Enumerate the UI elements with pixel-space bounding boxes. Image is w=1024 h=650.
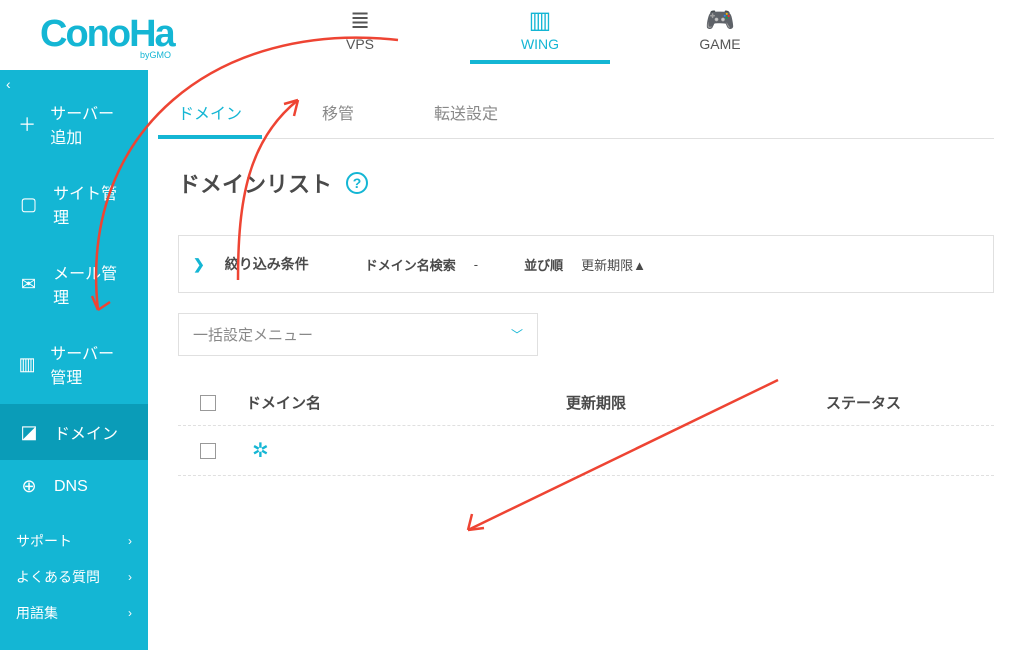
filter-search-label: ドメイン名検索 (365, 255, 456, 274)
row-checkbox[interactable] (200, 443, 216, 459)
bulk-select[interactable]: 一括設定メニュー ﹀ (178, 313, 538, 356)
tab-wing[interactable]: ▥ WING (500, 6, 580, 64)
sidebar-item-label: ドメイン (54, 420, 118, 444)
domain-icon: ◪ (18, 422, 40, 443)
chevron-right-icon: › (128, 570, 132, 584)
content: ドメイン 移管 転送設定 ドメインリスト ? ❯ 絞り込み条件 ドメイン名検索 … (148, 70, 1024, 650)
chevron-right-icon: › (128, 606, 132, 620)
subtab-forward[interactable]: 転送設定 (434, 94, 498, 138)
subtab-transfer[interactable]: 移管 (322, 94, 354, 138)
mail-icon: ✉ (18, 274, 39, 295)
subtab-domain[interactable]: ドメイン (178, 94, 242, 138)
filter-box[interactable]: ❯ 絞り込み条件 ドメイン名検索 - 並び順 更新期限▲ (178, 235, 994, 293)
sidebar-sub-support[interactable]: サポート › (0, 523, 148, 559)
sidebar-sub-faq[interactable]: よくある質問 › (0, 559, 148, 595)
chevron-right-icon: › (128, 534, 132, 548)
tab-label: VPS (346, 36, 374, 52)
sidebar-item-domain[interactable]: ◪ ドメイン (0, 404, 148, 460)
window-icon: ▢ (18, 194, 39, 215)
page-title-row: ドメインリスト ? (178, 167, 994, 199)
wing-icon: ▥ (529, 6, 552, 34)
filter-search-value: - (474, 257, 478, 272)
plus-icon: ＋ (18, 111, 36, 137)
sidebar-item-add-server[interactable]: ＋ サーバー追加 (0, 84, 148, 164)
sidebar-item-label: DNS (54, 478, 88, 496)
help-icon[interactable]: ? (346, 172, 368, 194)
sidebar-sub-label: 用語集 (16, 603, 58, 623)
domain-table: ドメイン名 更新期限 ステータス ✲ (178, 380, 994, 476)
sidebar-item-label: サーバー管理 (50, 340, 130, 388)
sidebar-item-server-manage[interactable]: ▥ サーバー管理 (0, 324, 148, 404)
gamepad-icon: 🎮 (705, 6, 735, 34)
filter-title: 絞り込み条件 (225, 254, 309, 274)
server-icon: ▥ (18, 354, 36, 375)
gear-icon[interactable]: ✲ (252, 438, 566, 463)
chevron-right-icon[interactable]: ❯ (193, 256, 205, 273)
th-domain-name: ドメイン名 (246, 392, 566, 413)
bulk-select-label: 一括設定メニュー (193, 324, 313, 345)
sidebar-item-site-manage[interactable]: ▢ サイト管理 (0, 164, 148, 244)
main: ‹ ＋ サーバー追加 ▢ サイト管理 ✉ メール管理 ▥ サーバー管理 ◪ ドメ… (0, 70, 1024, 650)
tab-vps[interactable]: ≣ VPS (320, 6, 400, 64)
page-title: ドメインリスト (178, 167, 332, 199)
globe-icon: ⊕ (18, 476, 40, 497)
header: ConoHa byGMO ≣ VPS ▥ WING 🎮 GAME (0, 0, 1024, 70)
sidebar: ‹ ＋ サーバー追加 ▢ サイト管理 ✉ メール管理 ▥ サーバー管理 ◪ ドメ… (0, 70, 148, 650)
tab-label: GAME (699, 36, 740, 52)
logo-sub: byGMO (140, 50, 220, 60)
sidebar-item-mail-manage[interactable]: ✉ メール管理 (0, 244, 148, 324)
select-all-checkbox[interactable] (200, 395, 216, 411)
sidebar-item-label: サイト管理 (53, 180, 130, 228)
th-status: ステータス (826, 392, 986, 413)
filter-sort-label: 並び順 (524, 255, 563, 274)
table-header: ドメイン名 更新期限 ステータス (178, 380, 994, 426)
sidebar-sub-glossary[interactable]: 用語集 › (0, 595, 148, 631)
sidebar-collapse-icon[interactable]: ‹ (6, 76, 11, 92)
sidebar-sub-label: よくある質問 (16, 567, 100, 587)
sidebar-sub-label: サポート (16, 531, 72, 551)
logo[interactable]: ConoHa byGMO (40, 6, 220, 66)
tab-game[interactable]: 🎮 GAME (680, 6, 760, 64)
table-row: ✲ (178, 426, 994, 476)
filter-sort-value: 更新期限▲ (581, 255, 646, 274)
tab-label: WING (521, 36, 559, 52)
sidebar-item-label: メール管理 (53, 260, 130, 308)
th-expiry: 更新期限 (566, 392, 826, 413)
sidebar-item-label: サーバー追加 (50, 100, 130, 148)
sidebar-item-dns[interactable]: ⊕ DNS (0, 460, 148, 513)
server-stack-icon: ≣ (350, 6, 370, 34)
subtabs: ドメイン 移管 転送設定 (178, 94, 994, 139)
top-tabs: ≣ VPS ▥ WING 🎮 GAME (320, 6, 760, 64)
chevron-down-icon: ﹀ (511, 326, 523, 343)
